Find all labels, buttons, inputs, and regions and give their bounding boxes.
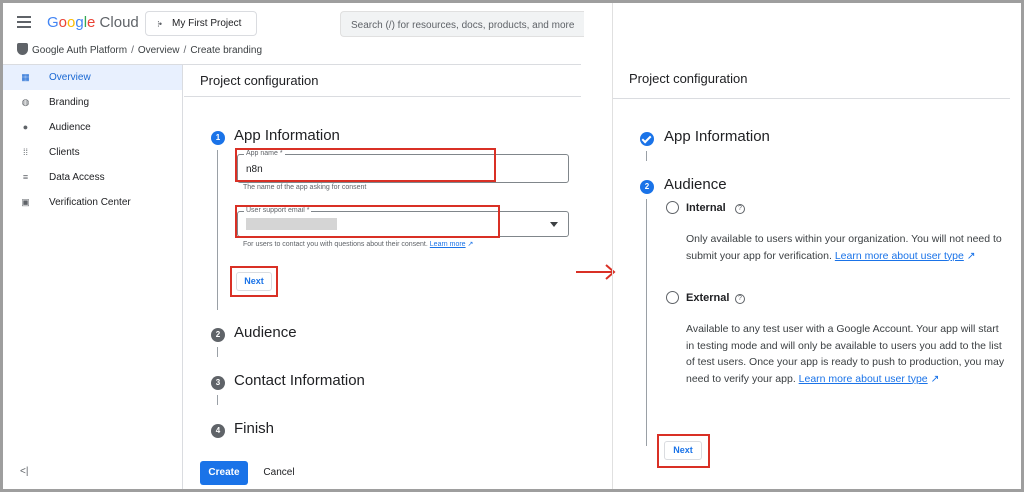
arrow-right-icon: [576, 264, 616, 280]
external-label[interactable]: External: [686, 292, 729, 304]
step-connector: [217, 347, 218, 357]
right-panel: Project configuration App Information 2 …: [612, 3, 1021, 489]
apps-icon: ⁞⁞: [22, 147, 28, 157]
step-number-3: 3: [211, 376, 225, 390]
checklist-icon: ▣: [21, 197, 30, 207]
external-radio[interactable]: [666, 291, 679, 304]
top-bar: Google Cloud ⁝• My First Project Search …: [3, 3, 584, 41]
step-connector: [217, 395, 218, 405]
project-label: My First Project: [172, 18, 242, 29]
help-icon[interactable]: ?: [735, 204, 745, 214]
search-input[interactable]: Search (/) for resources, docs, products…: [340, 11, 584, 37]
sidebar-item-overview[interactable]: ▦ Overview: [3, 65, 182, 90]
page-title-right: Project configuration: [629, 71, 748, 86]
step-connector: [646, 199, 647, 446]
project-icon: ⁝•: [157, 19, 162, 29]
title-divider-right: [613, 98, 1010, 99]
google-cloud-logo[interactable]: Google Cloud: [47, 14, 139, 31]
grid-icon: ▦: [21, 72, 30, 82]
sidebar-item-clients[interactable]: ⁞⁞ Clients: [3, 140, 182, 165]
breadcrumb-item-overview[interactable]: Overview: [138, 45, 180, 56]
masked-email-value: [246, 218, 337, 230]
next-button-right[interactable]: Next: [664, 441, 702, 460]
app-name-value: n8n: [246, 164, 263, 175]
filter-icon: ≡: [22, 172, 29, 182]
step-number-2-right: 2: [640, 180, 654, 194]
cancel-button[interactable]: Cancel: [256, 461, 302, 485]
step-number-1: 1: [211, 131, 225, 145]
support-email-select[interactable]: User support email *: [237, 207, 569, 237]
breadcrumb: Google Auth Platform / Overview / Create bra…: [17, 43, 262, 59]
step-number-4: 4: [211, 424, 225, 438]
step-title-app-information[interactable]: App Information: [234, 127, 340, 144]
external-learn-more-link[interactable]: Learn more about user type: [799, 373, 928, 385]
step-title-audience-right[interactable]: Audience: [664, 176, 727, 193]
help-icon[interactable]: ?: [735, 294, 745, 304]
palette-icon: ◍: [21, 97, 30, 107]
sidebar-item-verification-center[interactable]: ▣ Verification Center: [3, 190, 182, 215]
internal-learn-more-link[interactable]: Learn more about user type: [835, 250, 964, 262]
breadcrumb-item-auth-platform[interactable]: Google Auth Platform: [32, 45, 127, 56]
internal-description: Only available to users within your orga…: [686, 233, 1002, 262]
shield-icon: [17, 43, 28, 55]
support-email-help: For users to contact you with questions …: [243, 241, 474, 248]
step-number-2: 2: [211, 328, 225, 342]
app-name-field[interactable]: App name * n8n: [237, 150, 569, 183]
dropdown-caret-icon: [550, 222, 558, 227]
sidebar-item-data-access[interactable]: ≡ Data Access: [3, 165, 182, 190]
learn-more-link[interactable]: Learn more: [430, 241, 466, 248]
create-button[interactable]: Create: [200, 461, 248, 485]
step-title-audience[interactable]: Audience: [234, 324, 297, 341]
app-name-label: App name *: [244, 150, 285, 157]
external-description: Available to any test user with a Google…: [686, 323, 1005, 385]
search-placeholder: Search (/) for resources, docs, products…: [351, 20, 575, 31]
step-title-contact-information[interactable]: Contact Information: [234, 372, 365, 389]
breadcrumb-item-create-branding: Create branding: [190, 45, 263, 56]
step-connector: [646, 151, 647, 161]
menu-icon[interactable]: [17, 16, 31, 28]
step-title-finish[interactable]: Finish: [234, 420, 274, 437]
sidebar-item-branding[interactable]: ◍ Branding: [3, 90, 182, 115]
collapse-sidebar-icon[interactable]: <|: [20, 466, 28, 477]
sidebar: ▦ Overview ◍ Branding ● Audience ⁞⁞ Clie…: [3, 65, 183, 489]
step-connector: [217, 150, 218, 310]
internal-radio[interactable]: [666, 201, 679, 214]
app-name-help: The name of the app asking for consent: [243, 184, 367, 191]
next-button[interactable]: Next: [236, 272, 272, 291]
step-title-app-information-right[interactable]: App Information: [664, 128, 770, 145]
external-link-icon: ↗: [927, 372, 940, 385]
internal-label[interactable]: Internal: [686, 202, 726, 214]
title-divider: [184, 96, 581, 97]
support-email-label: User support email *: [244, 207, 312, 214]
external-link-icon: ↗: [963, 249, 976, 262]
step-complete-check-icon: [640, 132, 654, 146]
external-link-icon: ↗: [465, 241, 474, 248]
project-picker-button[interactable]: ⁝• My First Project: [145, 11, 257, 36]
sidebar-item-audience[interactable]: ● Audience: [3, 115, 182, 140]
person-icon: ●: [22, 122, 29, 132]
page-title: Project configuration: [200, 73, 319, 88]
